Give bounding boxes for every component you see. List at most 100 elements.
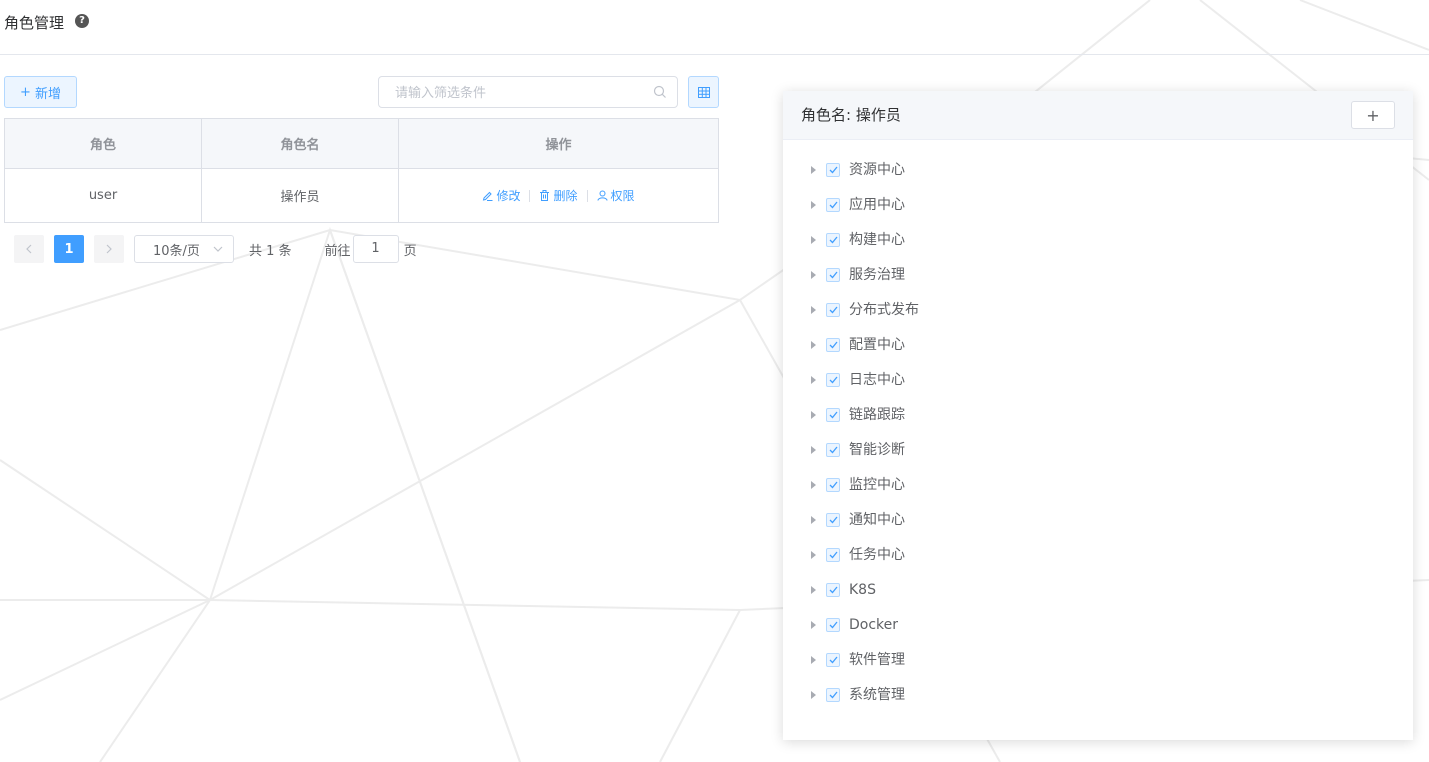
tree-node[interactable]: 分布式发布: [811, 302, 919, 337]
delete-label: 删除: [553, 189, 578, 203]
tree-node[interactable]: 任务中心: [811, 547, 919, 582]
goto-label: 前往: [324, 243, 351, 259]
tree-node-label: 智能诊断: [849, 442, 905, 458]
permission-button[interactable]: 权限: [597, 187, 635, 204]
tree-node[interactable]: 监控中心: [811, 477, 919, 512]
goto-page-input[interactable]: 1: [352, 235, 399, 263]
cell-actions: 修改 删除 权限: [398, 168, 719, 223]
check-icon: [829, 236, 838, 244]
check-icon: [829, 446, 838, 454]
page-jump: 前往 1 页: [325, 235, 417, 263]
action-divider: [529, 189, 531, 202]
permission-checkbox[interactable]: [826, 653, 840, 667]
permission-checkbox[interactable]: [826, 513, 840, 527]
permission-checkbox[interactable]: [826, 268, 840, 282]
prev-page-button[interactable]: [14, 235, 44, 263]
tree-node-label: 配置中心: [849, 337, 905, 353]
search-icon[interactable]: [653, 85, 667, 99]
tree-node-label: 资源中心: [849, 162, 905, 178]
caret-right-icon[interactable]: [811, 551, 816, 559]
tree-node[interactable]: 链路跟踪: [811, 407, 919, 442]
chevron-down-icon: [213, 246, 223, 252]
check-icon: [829, 516, 838, 524]
tree-node-label: 应用中心: [849, 197, 905, 213]
caret-right-icon[interactable]: [811, 516, 816, 524]
tree-node[interactable]: 配置中心: [811, 337, 919, 372]
tree-node[interactable]: 系统管理: [811, 687, 919, 722]
permission-checkbox[interactable]: [826, 303, 840, 317]
edit-label: 修改: [496, 189, 521, 203]
search-input[interactable]: [393, 78, 647, 108]
permission-checkbox[interactable]: [826, 583, 840, 597]
caret-right-icon[interactable]: [811, 376, 816, 384]
add-button[interactable]: + 新增: [4, 76, 77, 108]
caret-right-icon[interactable]: [811, 236, 816, 244]
permission-checkbox[interactable]: [826, 618, 840, 632]
permission-checkbox[interactable]: [826, 338, 840, 352]
cell-role-name: 操作员: [201, 168, 399, 223]
tree-node[interactable]: 通知中心: [811, 512, 919, 547]
permission-checkbox[interactable]: [826, 688, 840, 702]
tree-node[interactable]: 资源中心: [811, 162, 919, 197]
next-page-button[interactable]: [94, 235, 124, 263]
permission-checkbox[interactable]: [826, 163, 840, 177]
tree-node[interactable]: 构建中心: [811, 232, 919, 267]
check-icon: [829, 306, 838, 314]
check-icon: [829, 621, 838, 629]
permission-label: 权限: [610, 189, 635, 203]
check-icon: [829, 481, 838, 489]
tree-node-label: 构建中心: [849, 232, 905, 248]
chevron-left-icon: [26, 244, 32, 254]
caret-right-icon[interactable]: [811, 306, 816, 314]
tree-node[interactable]: 应用中心: [811, 197, 919, 232]
tree-node-label: 系统管理: [849, 687, 905, 703]
permission-checkbox[interactable]: [826, 408, 840, 422]
caret-right-icon[interactable]: [811, 586, 816, 594]
tree-node-label: 链路跟踪: [849, 407, 905, 423]
permission-checkbox[interactable]: [826, 198, 840, 212]
tree-node[interactable]: 服务治理: [811, 267, 919, 302]
permission-checkbox[interactable]: [826, 548, 840, 562]
goto-suffix: 页: [403, 243, 417, 259]
caret-right-icon[interactable]: [811, 656, 816, 664]
caret-right-icon[interactable]: [811, 166, 816, 174]
pagination: 1 10条/页 共 1 条 前往 1 页: [14, 235, 417, 263]
tree-node-label: 服务治理: [849, 267, 905, 283]
caret-right-icon[interactable]: [811, 201, 816, 209]
column-toggle-button[interactable]: [688, 76, 719, 108]
caret-right-icon[interactable]: [811, 481, 816, 489]
page-header: 角色管理 ?: [0, 0, 1429, 55]
permission-checkbox[interactable]: [826, 233, 840, 247]
caret-right-icon[interactable]: [811, 621, 816, 629]
page-size-select[interactable]: 10条/页: [134, 235, 234, 263]
caret-right-icon[interactable]: [811, 691, 816, 699]
permission-checkbox[interactable]: [826, 443, 840, 457]
tree-node-label: Docker: [849, 617, 899, 633]
caret-right-icon[interactable]: [811, 341, 816, 349]
tree-node[interactable]: K8S: [811, 582, 919, 617]
search-box[interactable]: [378, 76, 678, 108]
delete-button[interactable]: 删除: [539, 187, 578, 204]
tree-node[interactable]: 智能诊断: [811, 442, 919, 477]
check-icon: [829, 691, 838, 699]
tree-node[interactable]: 日志中心: [811, 372, 919, 407]
tree-node-label: K8S: [849, 582, 876, 598]
question-circle-icon[interactable]: ?: [75, 14, 89, 28]
permission-add-button[interactable]: +: [1351, 101, 1395, 129]
plus-icon: +: [20, 84, 31, 100]
tree-node[interactable]: 软件管理: [811, 652, 919, 687]
edit-button[interactable]: 修改: [482, 187, 520, 204]
page-number-current[interactable]: 1: [54, 235, 84, 263]
caret-right-icon[interactable]: [811, 411, 816, 419]
check-icon: [829, 586, 838, 594]
caret-right-icon[interactable]: [811, 271, 816, 279]
permission-tree: 资源中心应用中心构建中心服务治理分布式发布 配置中心日志中心 链路跟踪智能诊断监控中…: [811, 162, 919, 722]
caret-right-icon[interactable]: [811, 446, 816, 454]
role-table: 角色 角色名 操作 user 操作员 修改 删除 权限: [4, 118, 719, 223]
user-icon: [597, 190, 607, 201]
permission-checkbox[interactable]: [826, 373, 840, 387]
tree-node[interactable]: Docker: [811, 617, 919, 652]
check-icon: [829, 376, 838, 384]
chevron-right-icon: [106, 244, 112, 254]
permission-checkbox[interactable]: [826, 478, 840, 492]
